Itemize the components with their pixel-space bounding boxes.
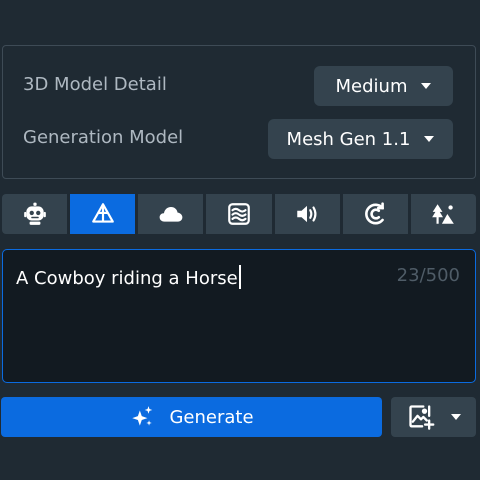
prompt-textarea[interactable]: A Cowboy riding a Horse 23/500 xyxy=(2,249,476,383)
tab-refresh[interactable] xyxy=(342,194,408,234)
cloud-icon xyxy=(159,206,183,222)
model-detail-value: Medium xyxy=(335,75,408,97)
caret-down-icon xyxy=(450,414,461,420)
tab-landscape[interactable] xyxy=(410,194,476,234)
tab-sound[interactable] xyxy=(274,194,340,234)
robot-icon xyxy=(23,202,46,225)
mesh-pyramid-icon xyxy=(91,203,114,223)
sound-icon xyxy=(297,205,317,223)
model-detail-label: 3D Model Detail xyxy=(23,74,167,95)
image-input-dropdown[interactable] xyxy=(391,397,476,437)
model-detail-dropdown[interactable]: Medium xyxy=(314,66,453,106)
text-cursor xyxy=(238,265,241,289)
generation-model-row: Generation Model Mesh Gen 1.1 xyxy=(3,119,475,159)
waves-icon xyxy=(228,203,250,225)
character-count: 23/500 xyxy=(396,265,460,286)
settings-panel: 3D Model Detail Medium Generation Model … xyxy=(2,45,476,179)
add-image-icon xyxy=(408,405,434,430)
tab-cloud[interactable] xyxy=(138,194,204,234)
sparkles-icon xyxy=(132,406,153,426)
generation-model-value: Mesh Gen 1.1 xyxy=(286,128,411,150)
category-tabs xyxy=(2,194,476,234)
generate-button[interactable]: Generate xyxy=(1,397,382,437)
generate-label: Generate xyxy=(169,406,254,428)
tab-waves[interactable] xyxy=(206,194,272,234)
model-detail-row: 3D Model Detail Medium xyxy=(3,66,475,106)
generation-model-dropdown[interactable]: Mesh Gen 1.1 xyxy=(268,119,453,159)
tab-robot[interactable] xyxy=(2,194,68,234)
tab-mesh[interactable] xyxy=(70,194,136,234)
caret-down-icon xyxy=(424,136,435,142)
refresh-c-icon xyxy=(365,202,385,225)
prompt-text: A Cowboy riding a Horse xyxy=(16,268,238,289)
caret-down-icon xyxy=(421,83,432,89)
landscape-icon xyxy=(432,204,455,224)
prompt-text-wrapper: A Cowboy riding a Horse xyxy=(16,265,241,289)
generation-model-label: Generation Model xyxy=(23,127,184,148)
